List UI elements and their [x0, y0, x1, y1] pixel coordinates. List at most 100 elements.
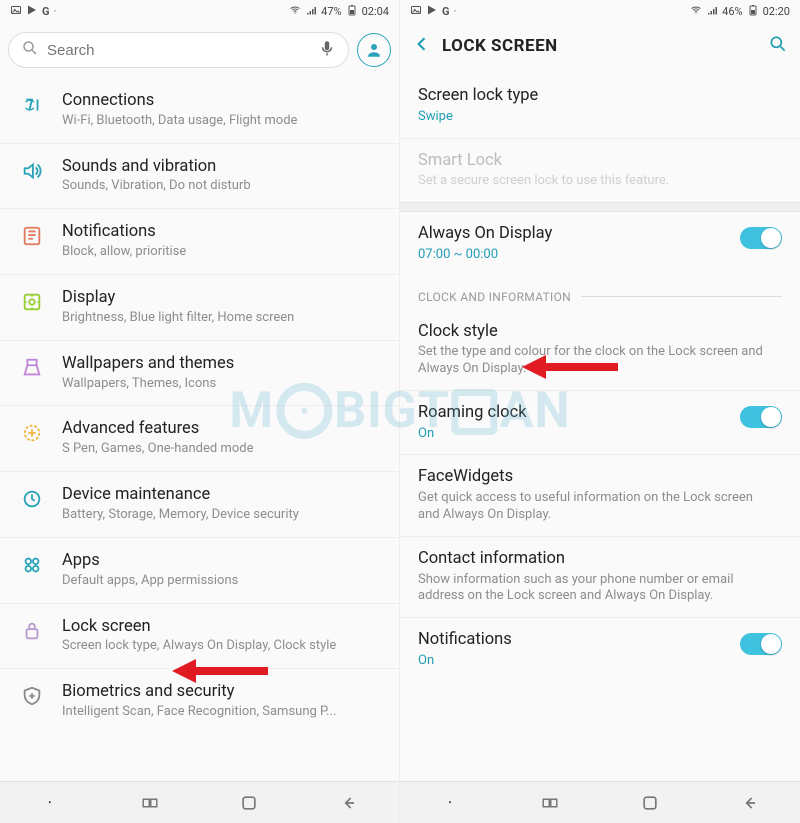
- settings-item-wallpapers[interactable]: Wallpapers and themesWallpapers, Themes,…: [0, 340, 399, 406]
- item-sub: Wallpapers, Themes, Icons: [62, 376, 383, 393]
- nav-menu-dot[interactable]: ·: [426, 788, 474, 818]
- item-title: Always On Display: [418, 224, 730, 245]
- item-title: Advanced features: [62, 419, 383, 439]
- g-icon: G: [42, 5, 50, 18]
- nav-recents[interactable]: [526, 788, 574, 818]
- item-value: 07:00 ~ 00:00: [418, 247, 730, 264]
- wallpapers-icon: [21, 357, 43, 383]
- search-input[interactable]: [47, 42, 310, 59]
- notifications-icon: [21, 225, 43, 251]
- settings-item-advanced[interactable]: Advanced features S Pen, Games, One-hande…: [0, 405, 399, 471]
- item-title: Contact information: [418, 549, 782, 570]
- item-screen-lock-type[interactable]: Screen lock type Swipe: [400, 74, 800, 138]
- item-title: Notifications: [62, 222, 383, 242]
- back-button[interactable]: [412, 34, 432, 58]
- item-sub: Show information such as your phone numb…: [418, 572, 768, 606]
- item-smart-lock: Smart Lock Set a secure screen lock to u…: [400, 139, 800, 203]
- section-label: CLOCK AND INFORMATION: [418, 290, 571, 304]
- section-gap: [400, 202, 800, 212]
- item-title: Screen lock type: [418, 86, 782, 107]
- item-sub: Intelligent Scan, Face Recognition, Sams…: [62, 704, 383, 721]
- item-sub: Sounds, Vibration, Do not disturb: [62, 178, 383, 195]
- nav-bar-right: ·: [400, 781, 800, 823]
- item-title: Connections: [62, 91, 383, 111]
- search-icon: [21, 39, 39, 61]
- battery-icon: [747, 4, 759, 19]
- item-roaming-clock[interactable]: Roaming clock On: [400, 391, 800, 455]
- item-contact-info[interactable]: Contact information Show information suc…: [400, 537, 800, 617]
- sounds-icon: [21, 160, 43, 186]
- item-title: Sounds and vibration: [62, 157, 383, 177]
- wifi-icon: [289, 4, 301, 19]
- battery-pct: 47%: [321, 5, 341, 18]
- item-title: Clock style: [418, 322, 782, 343]
- notifications-toggle[interactable]: [740, 633, 782, 655]
- item-title: Smart Lock: [418, 151, 782, 172]
- lockscreen-list: Screen lock type Swipe Smart Lock Set a …: [400, 70, 800, 781]
- settings-item-sounds[interactable]: Sounds and vibrationSounds, Vibration, D…: [0, 143, 399, 209]
- g-icon: G: [442, 5, 450, 18]
- nav-menu-dot[interactable]: ·: [26, 788, 74, 818]
- battery-icon: [346, 4, 358, 19]
- gallery-icon: [10, 4, 22, 19]
- nav-bar-left: ·: [0, 781, 399, 823]
- nav-back[interactable]: [325, 788, 373, 818]
- annotation-arrow-clock-style: [520, 352, 620, 382]
- item-value: Swipe: [418, 109, 768, 126]
- item-facewidgets[interactable]: FaceWidgets Get quick access to useful i…: [400, 455, 800, 535]
- clock-text: 02:04: [362, 5, 389, 18]
- settings-item-apps[interactable]: Apps Default apps, App permissions: [0, 537, 399, 603]
- item-sub: Battery, Storage, Memory, Device securit…: [62, 507, 383, 524]
- battery-pct: 46%: [722, 5, 742, 18]
- item-title: Roaming clock: [418, 403, 730, 424]
- status-bar-left: G · 47% 02:04: [0, 0, 399, 22]
- nav-recents[interactable]: [126, 788, 174, 818]
- search-box[interactable]: [8, 32, 349, 68]
- item-value: On: [418, 653, 730, 670]
- item-value: On: [418, 426, 730, 443]
- item-notifications[interactable]: Notifications On: [400, 618, 800, 682]
- lock-screen-icon: [21, 620, 43, 646]
- page-title: LOCK SCREEN: [442, 36, 758, 56]
- annotation-arrow-lock-screen: [170, 656, 270, 686]
- roaming-toggle[interactable]: [740, 406, 782, 428]
- item-sub: Wi-Fi, Bluetooth, Data usage, Flight mod…: [62, 113, 383, 130]
- item-always-on-display[interactable]: Always On Display 07:00 ~ 00:00: [400, 212, 800, 276]
- signal-icon: [706, 4, 718, 19]
- nav-home[interactable]: [225, 788, 273, 818]
- profile-button[interactable]: [357, 33, 391, 67]
- apps-icon: [21, 554, 43, 580]
- search-row: [0, 22, 399, 78]
- wifi-icon: [690, 4, 702, 19]
- header-row: LOCK SCREEN: [400, 22, 800, 70]
- item-title: Apps: [62, 551, 383, 571]
- settings-item-display[interactable]: DisplayBrightness, Blue light filter, Ho…: [0, 274, 399, 340]
- device-maint-icon: [21, 488, 43, 514]
- nav-home[interactable]: [626, 788, 674, 818]
- item-sub: Block, allow, prioritise: [62, 244, 383, 261]
- settings-item-connections[interactable]: Connections Wi-Fi, Bluetooth, Data usage,…: [0, 78, 399, 143]
- play-store-icon: [26, 4, 38, 19]
- item-sub: Set a secure screen lock to use this fea…: [418, 173, 768, 190]
- mic-icon[interactable]: [318, 39, 336, 61]
- status-bar-right: G · 46% 02:20: [400, 0, 800, 22]
- advanced-icon: [21, 422, 43, 448]
- item-title: Display: [62, 288, 383, 308]
- settings-item-device-maintenance[interactable]: Device maintenance Battery, Storage, Memo…: [0, 471, 399, 537]
- item-title: Device maintenance: [62, 485, 383, 505]
- gallery-icon: [410, 4, 422, 19]
- aod-toggle[interactable]: [740, 227, 782, 249]
- play-store-icon: [426, 4, 438, 19]
- search-button[interactable]: [768, 34, 788, 58]
- display-icon: [21, 291, 43, 317]
- item-sub: Default apps, App permissions: [62, 573, 383, 590]
- nav-back[interactable]: [726, 788, 774, 818]
- item-title: Notifications: [418, 630, 730, 651]
- phone-lockscreen: G · 46% 02:20 LOCK SCREEN Screen lock ty…: [400, 0, 800, 823]
- connections-icon: [21, 94, 43, 120]
- item-title: FaceWidgets: [418, 467, 782, 488]
- settings-item-notifications[interactable]: Notifications Block, allow, prioritise: [0, 208, 399, 274]
- phone-settings: G · 47% 02:04 Conn: [0, 0, 400, 823]
- item-title: Lock screen: [62, 617, 383, 637]
- item-sub: S Pen, Games, One-handed mode: [62, 441, 383, 458]
